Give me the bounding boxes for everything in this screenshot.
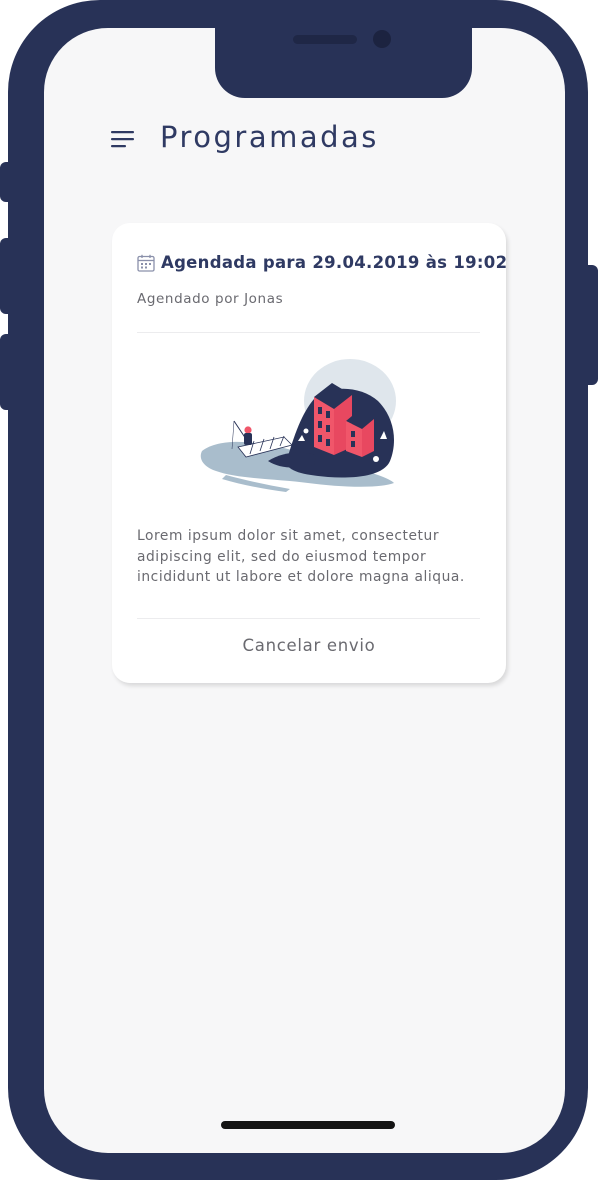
schedule-datetime: Agendada para 29.04.2019 às 19:02: [161, 253, 508, 272]
speaker-grille: [293, 35, 357, 44]
houses-on-island-illustration: [198, 355, 398, 500]
phone-frame: Programadas Agendada para 29.04.2019 às …: [8, 0, 588, 1180]
home-indicator: [221, 1121, 395, 1129]
schedule-info: Agendada para 29.04.2019 às 19:02: [137, 253, 507, 272]
scheduled-by-label: Agendado por Jonas: [137, 291, 284, 307]
divider: [137, 332, 480, 333]
page-title: Programadas: [160, 120, 379, 154]
cancel-send-button[interactable]: Cancelar envio: [112, 636, 506, 655]
hamburger-menu-icon[interactable]: [111, 129, 135, 149]
front-camera: [373, 30, 391, 48]
calendar-icon: [137, 254, 155, 272]
phone-notch: [215, 28, 472, 98]
scheduled-message-card: Agendada para 29.04.2019 às 19:02 Agenda…: [112, 223, 507, 683]
phone-screen: Programadas Agendada para 29.04.2019 às …: [44, 28, 565, 1153]
divider: [137, 618, 480, 619]
message-description: Lorem ipsum dolor sit amet, consectetur …: [137, 528, 465, 585]
